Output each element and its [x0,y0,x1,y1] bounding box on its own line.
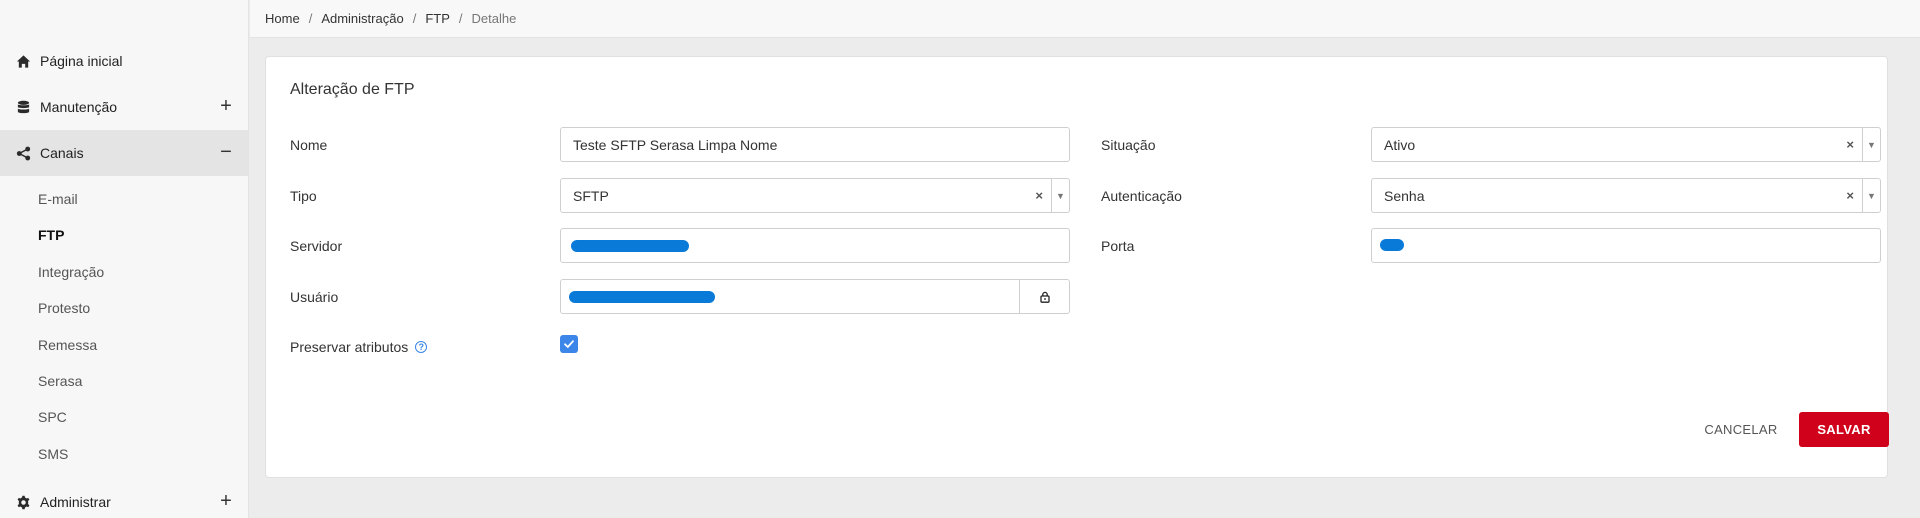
nome-label: Nome [290,137,328,153]
situacao-select[interactable]: Ativo × ▼ [1371,127,1881,162]
sidebar-subitem-protesto[interactable]: Protesto [38,297,90,319]
breadcrumb-separator: / [458,11,463,26]
clear-icon[interactable]: × [1035,179,1043,212]
collapse-toggle[interactable]: − [216,142,236,162]
sidebar-item-label: Manutenção [40,99,118,115]
nome-value: Teste SFTP Serasa Limpa Nome [573,136,778,153]
cancel-button[interactable]: CANCELAR [1696,412,1786,447]
sidebar-item-label: Página inicial [40,53,123,69]
home-icon [14,52,32,70]
check-icon [564,340,574,348]
page-title: Alteração de FTP [290,81,415,98]
lock-icon[interactable] [1019,280,1069,313]
chevron-down-icon[interactable]: ▼ [1862,128,1880,161]
redaction-mark [571,240,689,252]
expand-toggle[interactable]: + [216,96,236,116]
autenticacao-select[interactable]: Senha × ▼ [1371,178,1881,213]
sidebar-item-label: Canais [40,145,84,161]
clear-icon[interactable]: × [1846,128,1854,161]
sidebar-item-administrar[interactable]: Administrar + [0,479,248,518]
gear-icon [14,493,32,511]
situacao-value: Ativo [1384,136,1416,153]
porta-label: Porta [1101,238,1135,254]
sidebar-subitem-sms[interactable]: SMS [38,443,68,465]
chevron-down-icon[interactable]: ▼ [1051,179,1069,212]
servidor-label: Servidor [290,238,343,254]
breadcrumb-ftp[interactable]: FTP [425,11,450,26]
tipo-select[interactable]: SFTP × ▼ [560,178,1070,213]
sidebar-subitem-remessa[interactable]: Remessa [38,334,97,356]
clear-icon[interactable]: × [1846,179,1854,212]
chevron-down-icon[interactable]: ▼ [1862,179,1880,212]
breadcrumb-administracao[interactable]: Administração [321,11,403,26]
sidebar-subitem-spc[interactable]: SPC [38,406,67,428]
situacao-label: Situação [1101,137,1156,153]
porta-input[interactable] [1371,228,1881,263]
nome-input[interactable]: Teste SFTP Serasa Limpa Nome [560,127,1070,162]
sidebar-item-label: Administrar [40,494,111,510]
expand-toggle[interactable]: + [216,491,236,511]
ftp-form-card: Alteração de FTP Nome Teste SFTP Serasa … [265,56,1889,478]
save-button[interactable]: SALVAR [1799,412,1889,447]
sidebar-item-pagina-inicial[interactable]: Página inicial [0,38,248,84]
database-icon [14,98,32,116]
preservar-label-text: Preservar atributos [290,339,409,355]
breadcrumb-current: Detalhe [471,11,517,26]
share-icon [14,144,32,162]
breadcrumb-separator: / [308,11,313,26]
sidebar-subitem-email[interactable]: E-mail [38,188,78,210]
usuario-label: Usuário [290,289,339,305]
autenticacao-value: Senha [1384,187,1425,204]
sidebar: Página inicial Manutenção + Canais − E-m… [0,0,249,518]
sidebar-item-canais[interactable]: Canais − [0,130,248,176]
sidebar-subitem-integracao[interactable]: Integração [38,261,104,283]
tipo-label: Tipo [290,188,317,204]
sidebar-subitem-ftp[interactable]: FTP [38,224,64,246]
preservar-label: Preservar atributos ? [290,337,428,357]
sidebar-subitem-serasa[interactable]: Serasa [38,370,82,392]
breadcrumb: Home / Administração / FTP / Detalhe [250,0,1920,38]
breadcrumb-separator: / [412,11,417,26]
preservar-checkbox[interactable] [560,335,578,353]
help-icon[interactable]: ? [415,341,428,353]
tipo-value: SFTP [573,187,609,204]
usuario-input[interactable] [560,279,1070,314]
sidebar-item-manutencao[interactable]: Manutenção + [0,84,248,130]
autenticacao-label: Autenticação [1101,188,1182,204]
redaction-mark [569,291,715,303]
servidor-input[interactable] [560,228,1070,263]
redaction-mark [1380,239,1404,251]
breadcrumb-home[interactable]: Home [265,11,300,26]
